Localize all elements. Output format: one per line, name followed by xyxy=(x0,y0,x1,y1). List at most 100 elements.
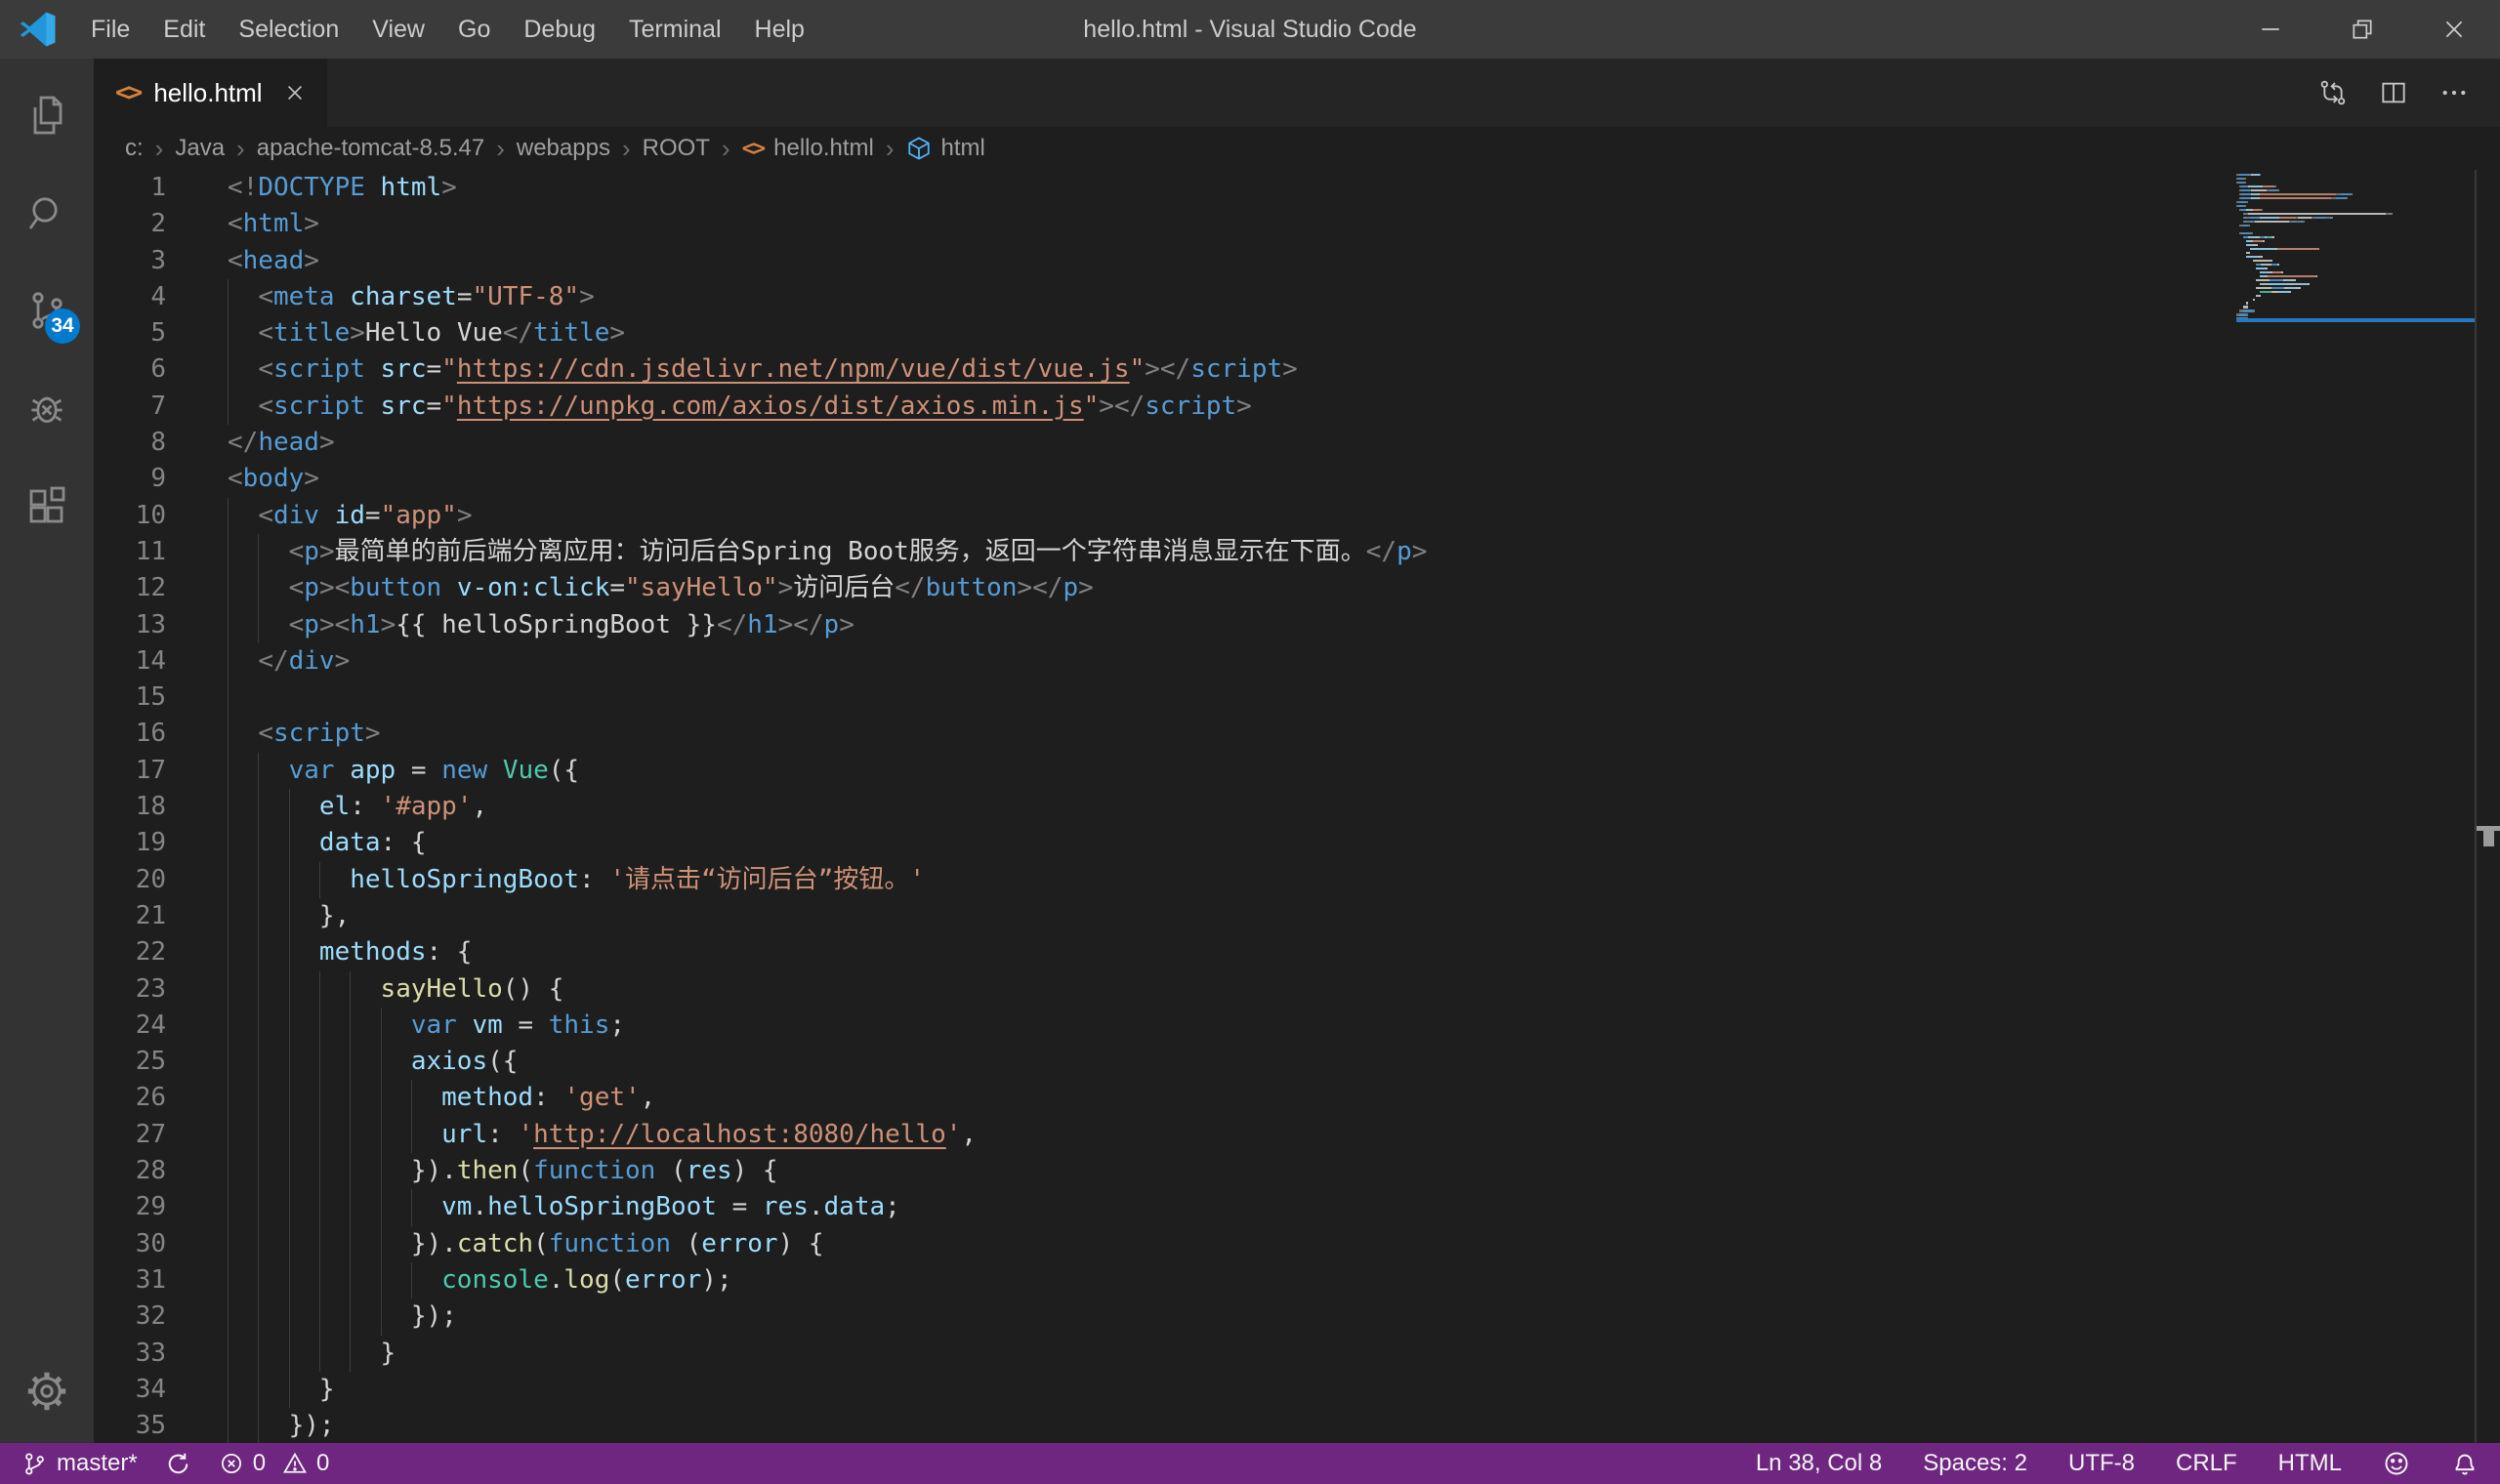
code-line[interactable]: 27 url: 'http://localhost:8080/hello', xyxy=(94,1116,2236,1154)
code-line[interactable]: 25 axios({ xyxy=(94,1044,2236,1081)
line-number[interactable]: 24 xyxy=(94,1008,166,1044)
line-number[interactable]: 9 xyxy=(94,461,166,497)
code-line[interactable]: 28 }).then(function (res) { xyxy=(94,1153,2236,1190)
code-line[interactable]: 6 <script src="https://cdn.jsdelivr.net/… xyxy=(94,351,2236,389)
code-line[interactable]: 18 el: '#app', xyxy=(94,789,2236,826)
problems-status[interactable]: 0 0 xyxy=(219,1450,329,1477)
menu-go[interactable]: Go xyxy=(441,0,507,59)
menu-debug[interactable]: Debug xyxy=(507,0,612,59)
line-number[interactable]: 8 xyxy=(94,425,166,461)
open-changes-button[interactable] xyxy=(2303,59,2363,127)
line-number[interactable]: 19 xyxy=(94,825,166,861)
line-number[interactable]: 23 xyxy=(94,971,166,1008)
breadcrumb-item[interactable]: apache-tomcat-8.5.47 xyxy=(257,135,484,162)
code-line[interactable]: 34 } xyxy=(94,1371,2236,1409)
code-line[interactable]: 21 }, xyxy=(94,897,2236,935)
code-line[interactable]: 30 }).catch(function (error) { xyxy=(94,1225,2236,1262)
line-number[interactable]: 2 xyxy=(94,206,166,242)
code-line[interactable]: 11 <p>最简单的前后端分离应用：访问后台Spring Boot服务，返回一个… xyxy=(94,533,2236,571)
code-line[interactable]: 23 sayHello() { xyxy=(94,970,2236,1008)
menu-edit[interactable]: Edit xyxy=(146,0,222,59)
close-window-button[interactable] xyxy=(2408,0,2500,59)
eol-sequence[interactable]: CRLF xyxy=(2176,1450,2237,1477)
code-line[interactable]: 35 }); xyxy=(94,1408,2236,1443)
git-branch-status[interactable]: master* xyxy=(21,1450,138,1477)
line-number[interactable]: 5 xyxy=(94,315,166,351)
manage-button[interactable] xyxy=(0,1349,94,1433)
sidebar-item-extensions[interactable] xyxy=(0,457,94,555)
code-line[interactable]: 12 <p><button v-on:click="sayHello">访问后台… xyxy=(94,570,2236,607)
line-number[interactable]: 18 xyxy=(94,789,166,825)
breadcrumb-item[interactable]: ROOT xyxy=(643,135,710,162)
restore-button[interactable] xyxy=(2316,0,2408,59)
indentation[interactable]: Spaces: 2 xyxy=(1923,1450,2027,1477)
code-line[interactable]: 33 } xyxy=(94,1335,2236,1372)
code-line[interactable]: 16 <script> xyxy=(94,716,2236,753)
line-number[interactable]: 31 xyxy=(94,1262,166,1298)
code-line[interactable]: 5 <title>Hello Vue</title> xyxy=(94,315,2236,352)
tab-hello-html[interactable]: <> hello.html xyxy=(94,59,329,127)
line-number[interactable]: 30 xyxy=(94,1226,166,1262)
code-line[interactable]: 24 var vm = this; xyxy=(94,1007,2236,1045)
line-number[interactable]: 33 xyxy=(94,1336,166,1372)
line-number[interactable]: 3 xyxy=(94,243,166,279)
menu-view[interactable]: View xyxy=(355,0,441,59)
line-number[interactable]: 28 xyxy=(94,1153,166,1189)
notifications-button[interactable] xyxy=(2451,1450,2479,1477)
line-number[interactable]: 1 xyxy=(94,170,166,206)
sync-button[interactable] xyxy=(165,1451,191,1477)
code-line[interactable]: 20 helloSpringBoot: '请点击“访问后台”按钮。' xyxy=(94,861,2236,898)
breadcrumb-file[interactable]: hello.html xyxy=(773,135,874,162)
menu-terminal[interactable]: Terminal xyxy=(612,0,737,59)
line-number[interactable]: 6 xyxy=(94,351,166,388)
code-line[interactable]: 29 vm.helloSpringBoot = res.data; xyxy=(94,1189,2236,1226)
line-number[interactable]: 13 xyxy=(94,607,166,643)
more-actions-button[interactable] xyxy=(2424,59,2484,127)
close-tab-icon[interactable] xyxy=(284,82,306,103)
line-number[interactable]: 15 xyxy=(94,680,166,716)
line-number[interactable]: 14 xyxy=(94,643,166,680)
line-number[interactable]: 25 xyxy=(94,1044,166,1080)
minimap[interactable] xyxy=(2236,170,2475,323)
code-line[interactable]: 13 <p><h1>{{ helloSpringBoot }}</h1></p> xyxy=(94,606,2236,643)
code-line[interactable]: 31 console.log(error); xyxy=(94,1261,2236,1299)
breadcrumb-item[interactable]: Java xyxy=(175,135,225,162)
line-number[interactable]: 26 xyxy=(94,1080,166,1116)
line-number[interactable]: 21 xyxy=(94,898,166,934)
breadcrumb-symbol[interactable]: html xyxy=(941,135,985,162)
minimize-button[interactable] xyxy=(2225,0,2316,59)
code-editor[interactable]: 1 <!DOCTYPE html> 2 <html> 3 <head> 4 <meta ch… xyxy=(94,170,2500,1443)
line-number[interactable]: 10 xyxy=(94,498,166,534)
menu-help[interactable]: Help xyxy=(738,0,821,59)
language-mode[interactable]: HTML xyxy=(2278,1450,2342,1477)
cursor-position[interactable]: Ln 38, Col 8 xyxy=(1756,1450,1882,1477)
code-line[interactable]: 26 method: 'get', xyxy=(94,1080,2236,1117)
code-line[interactable]: 17 var app = new Vue({ xyxy=(94,752,2236,790)
line-number[interactable]: 22 xyxy=(94,934,166,970)
split-editor-button[interactable] xyxy=(2363,59,2424,127)
code-line[interactable]: 9 <body> xyxy=(94,461,2236,497)
line-number[interactable]: 12 xyxy=(94,570,166,606)
menu-selection[interactable]: Selection xyxy=(222,0,355,59)
code-line[interactable]: 19 data: { xyxy=(94,825,2236,862)
line-number[interactable]: 20 xyxy=(94,862,166,898)
sidebar-item-source-control[interactable]: 34 xyxy=(0,262,94,359)
code-line[interactable]: 4 <meta charset="UTF-8"> xyxy=(94,278,2236,316)
menu-file[interactable]: File xyxy=(74,0,146,59)
line-number[interactable]: 11 xyxy=(94,534,166,570)
sidebar-item-explorer[interactable] xyxy=(0,66,94,164)
line-number[interactable]: 16 xyxy=(94,716,166,752)
code-line[interactable]: 8 </head> xyxy=(94,425,2236,461)
code-line[interactable]: 14 </div> xyxy=(94,642,2236,680)
line-number[interactable]: 35 xyxy=(94,1408,166,1443)
code-line[interactable]: 3 <head> xyxy=(94,243,2236,279)
line-number[interactable]: 17 xyxy=(94,753,166,789)
line-number[interactable]: 27 xyxy=(94,1117,166,1153)
line-number[interactable]: 32 xyxy=(94,1298,166,1335)
sidebar-item-search[interactable] xyxy=(0,164,94,262)
encoding[interactable]: UTF-8 xyxy=(2068,1450,2135,1477)
code-line[interactable]: 2 <html> xyxy=(94,206,2236,242)
line-number[interactable]: 34 xyxy=(94,1372,166,1408)
code-line[interactable]: 22 methods: { xyxy=(94,934,2236,971)
code-line[interactable]: 32 }); xyxy=(94,1298,2236,1336)
